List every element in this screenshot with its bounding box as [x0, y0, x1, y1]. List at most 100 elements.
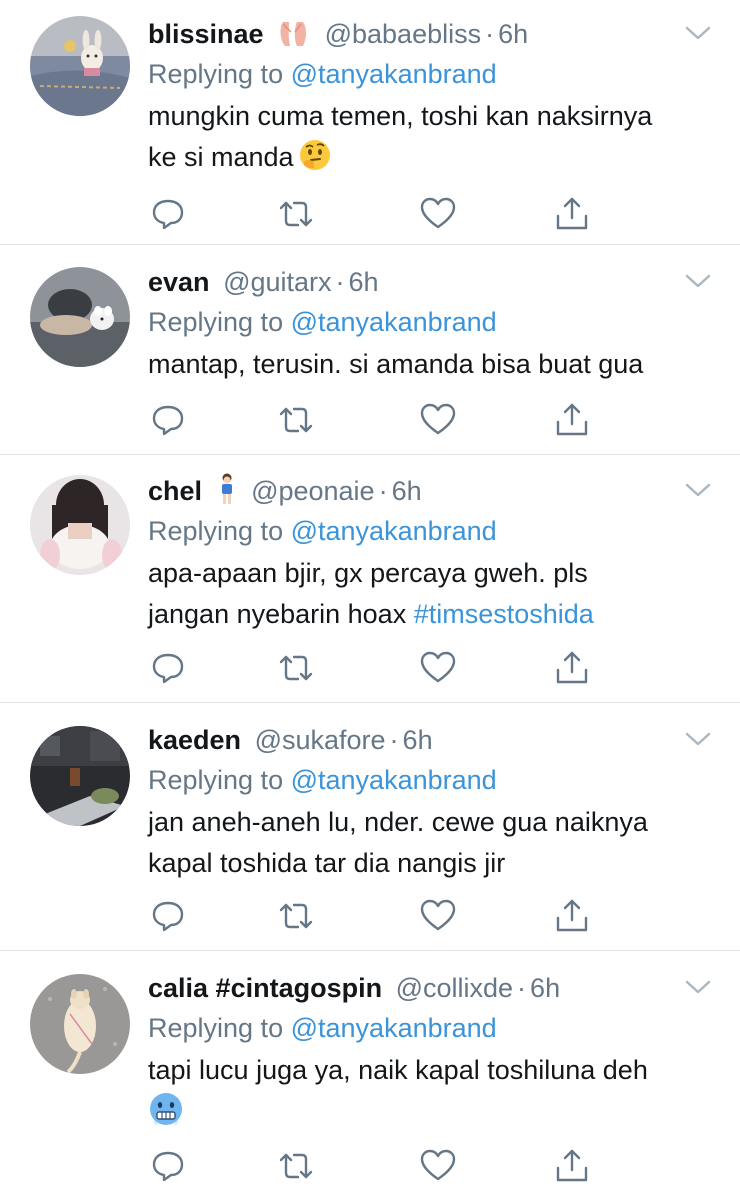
avatar-image	[30, 726, 130, 826]
reply-mention-link[interactable]: @tanyakanbrand	[291, 1013, 497, 1043]
display-name[interactable]: calia #cintagospin	[148, 973, 382, 1003]
tweet-text: apa-apaan bjir, gx percaya gweh. pls jan…	[148, 553, 713, 635]
heart-icon[interactable]	[418, 648, 458, 688]
divider	[0, 454, 740, 455]
user-handle[interactable]: @babaebliss	[325, 19, 482, 49]
reply-tweet[interactable]: blissinae @babaebliss · 6h Replying to @ta…	[0, 14, 740, 244]
cold-face-emoji	[148, 1091, 184, 1139]
divider	[0, 702, 740, 703]
avatar-image	[30, 267, 130, 367]
separator-dot: ·	[485, 19, 495, 49]
user-handle[interactable]: @guitarx	[223, 267, 331, 297]
chevron-down-icon[interactable]	[683, 22, 713, 44]
divider	[0, 244, 740, 245]
separator-dot: ·	[335, 267, 345, 297]
thinking-face-emoji	[298, 138, 332, 184]
reply-icon[interactable]	[148, 1146, 188, 1186]
tweet-text: tapi lucu juga ya, naik kapal toshiluna …	[148, 1050, 713, 1139]
avatar[interactable]	[30, 726, 130, 826]
reply-icon[interactable]	[148, 896, 188, 936]
tweet-text-line: mantap, terusin. si amanda bisa buat gua	[148, 349, 644, 379]
display-name[interactable]: chel	[148, 476, 202, 506]
tweet-text-line: jan aneh-aneh lu, nder. cewe gua naiknya	[148, 807, 648, 837]
tweet-text-line: kapal toshida tar dia nangis jir	[148, 848, 506, 878]
chevron-down-icon[interactable]	[683, 270, 713, 292]
user-handle[interactable]: @sukafore	[255, 725, 386, 755]
retweet-icon[interactable]	[276, 648, 316, 688]
reply-icon[interactable]	[148, 648, 188, 688]
reply-mention-link[interactable]: @tanyakanbrand	[291, 765, 497, 795]
reply-mention-link[interactable]: @tanyakanbrand	[291, 307, 497, 337]
retweet-icon[interactable]	[276, 194, 316, 234]
tweet-text-line: jangan nyebarin hoax	[148, 599, 407, 629]
replying-to-label: Replying to	[148, 516, 284, 546]
tweet-text: mantap, terusin. si amanda bisa buat gua	[148, 344, 713, 385]
user-handle[interactable]: @collixde	[396, 973, 513, 1003]
chevron-down-icon[interactable]	[683, 728, 713, 750]
tweet-actions	[148, 1146, 598, 1186]
display-name[interactable]: blissinae	[148, 19, 264, 49]
heart-icon[interactable]	[418, 1146, 458, 1186]
avatar[interactable]	[30, 267, 130, 367]
heart-icon[interactable]	[418, 400, 458, 440]
separator-dot: ·	[389, 725, 399, 755]
avatar[interactable]	[30, 475, 130, 575]
user-handle[interactable]: @peonaie	[251, 476, 375, 506]
reply-icon[interactable]	[148, 400, 188, 440]
tweet-header: evan @guitarx · 6h	[148, 262, 680, 302]
reply-tweet[interactable]: chel @peonaie · 6h Replying to @tanyakanbr…	[0, 471, 740, 701]
tweet-header: blissinae @babaebliss · 6h	[148, 14, 680, 54]
reply-mention-link[interactable]: @tanyakanbrand	[291, 59, 497, 89]
reply-mention-link[interactable]: @tanyakanbrand	[291, 516, 497, 546]
share-icon[interactable]	[552, 1146, 592, 1186]
person-standing-emoji	[216, 473, 238, 516]
tweet-header: kaeden @sukafore · 6h	[148, 720, 680, 760]
heart-icon[interactable]	[418, 896, 458, 936]
retweet-icon[interactable]	[276, 400, 316, 440]
tweet-header: chel @peonaie · 6h	[148, 471, 680, 511]
divider	[0, 950, 740, 951]
timestamp[interactable]: 6h	[498, 19, 528, 49]
tweet-text: mungkin cuma temen, toshi kan naksirnya …	[148, 96, 713, 184]
tweet-actions	[148, 400, 598, 440]
hashtag-link[interactable]: #timsestoshida	[414, 599, 594, 629]
avatar-image	[30, 16, 130, 116]
tweet-text-line: mungkin cuma temen, toshi kan naksirnya	[148, 101, 653, 131]
timestamp[interactable]: 6h	[403, 725, 433, 755]
retweet-icon[interactable]	[276, 896, 316, 936]
replying-to: Replying to @tanyakanbrand	[148, 54, 497, 94]
avatar-image	[30, 974, 130, 1074]
share-icon[interactable]	[552, 896, 592, 936]
avatar[interactable]	[30, 16, 130, 116]
reply-feed: blissinae @babaebliss · 6h Replying to @ta…	[0, 0, 740, 1200]
separator-dot: ·	[517, 973, 527, 1003]
retweet-icon[interactable]	[276, 1146, 316, 1186]
replying-to-label: Replying to	[148, 59, 284, 89]
chevron-down-icon[interactable]	[683, 976, 713, 998]
share-icon[interactable]	[552, 400, 592, 440]
tweet-text-line: apa-apaan bjir, gx percaya gweh. pls	[148, 558, 588, 588]
separator-dot: ·	[378, 476, 388, 506]
reply-tweet[interactable]: evan @guitarx · 6h Replying to @tanyakanbr…	[0, 262, 740, 454]
tweet-header: calia #cintagospin @collixde · 6h	[148, 968, 680, 1008]
tweet-text-line: tapi lucu juga ya, naik kapal toshiluna …	[148, 1055, 648, 1085]
share-icon[interactable]	[552, 194, 592, 234]
tweet-text-line: ke si manda	[148, 142, 294, 172]
display-name[interactable]: evan	[148, 267, 210, 297]
tweet-text: jan aneh-aneh lu, nder. cewe gua naiknya…	[148, 802, 713, 884]
timestamp[interactable]: 6h	[349, 267, 379, 297]
display-name[interactable]: kaeden	[148, 725, 241, 755]
heart-icon[interactable]	[418, 194, 458, 234]
reply-icon[interactable]	[148, 194, 188, 234]
reply-tweet[interactable]: calia #cintagospin @collixde · 6h Replying…	[0, 968, 740, 1200]
replying-to: Replying to @tanyakanbrand	[148, 1008, 497, 1048]
avatar[interactable]	[30, 974, 130, 1074]
share-icon[interactable]	[552, 648, 592, 688]
reply-tweet[interactable]: kaeden @sukafore · 6h Replying to @tanyaka…	[0, 720, 740, 950]
replying-to: Replying to @tanyakanbrand	[148, 302, 497, 342]
timestamp[interactable]: 6h	[392, 476, 422, 506]
chevron-down-icon[interactable]	[683, 479, 713, 501]
timestamp[interactable]: 6h	[530, 973, 560, 1003]
avatar-image	[30, 475, 130, 575]
ballet-shoes-emoji	[277, 18, 311, 59]
